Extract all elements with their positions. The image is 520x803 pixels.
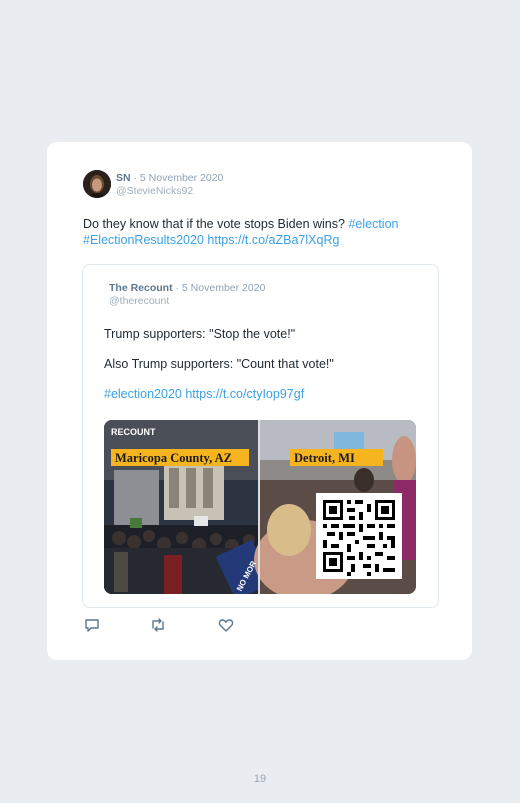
quoted-author-handle[interactable]: @therecount: [109, 295, 169, 307]
quoted-tweet[interactable]: The Recount · 5 November 2020 @therecoun…: [82, 264, 439, 608]
page-number: 19: [253, 773, 267, 785]
tweet-link[interactable]: https://t.co/aZBa7lXqRg: [207, 233, 339, 247]
right-location-label: Detroit, MI: [294, 451, 355, 465]
author-name[interactable]: SN: [116, 172, 131, 184]
avatar[interactable]: [83, 170, 111, 198]
video-thumbnail[interactable]: Maricopa County, AZ Detroit, MI RECOUNT …: [104, 420, 416, 594]
tweet-card: SN · 5 November 2020 @StevieNicks92 Do t…: [47, 142, 472, 660]
left-location-label: Maricopa County, AZ: [115, 451, 232, 465]
hashtag-election-results[interactable]: #ElectionResults2020: [83, 233, 204, 247]
media-image: Maricopa County, AZ Detroit, MI RECOUNT …: [104, 420, 416, 594]
reply-icon[interactable]: [83, 616, 101, 634]
quoted-date: · 5 November 2020: [175, 282, 266, 294]
tweet-text: Do they know that if the vote stops Bide…: [83, 216, 443, 248]
like-icon[interactable]: [217, 616, 235, 634]
recount-logo: RECOUNT: [111, 427, 156, 437]
tweet-actions: [83, 616, 243, 634]
quoted-author-line: The Recount · 5 November 2020: [109, 282, 265, 294]
quoted-author-name[interactable]: The Recount: [109, 282, 173, 294]
tweet-body: Do they know that if the vote stops Bide…: [83, 217, 349, 231]
author-handle[interactable]: @StevieNicks92: [116, 185, 193, 197]
quoted-line-2: Also Trump supporters: "Count that vote!…: [104, 357, 334, 371]
author-line: SN · 5 November 2020: [116, 172, 223, 184]
retweet-icon[interactable]: [149, 616, 167, 634]
hashtag-election2020[interactable]: #election2020: [104, 387, 182, 401]
quoted-links: #election2020 https://t.co/ctyIop97gf: [104, 387, 304, 401]
tweet-date: · 5 November 2020: [133, 172, 224, 184]
quoted-line-1: Trump supporters: "Stop the vote!": [104, 327, 296, 341]
qr-code-icon: [316, 493, 402, 579]
hashtag-election[interactable]: #election: [348, 217, 398, 231]
quoted-link[interactable]: https://t.co/ctyIop97gf: [185, 387, 304, 401]
